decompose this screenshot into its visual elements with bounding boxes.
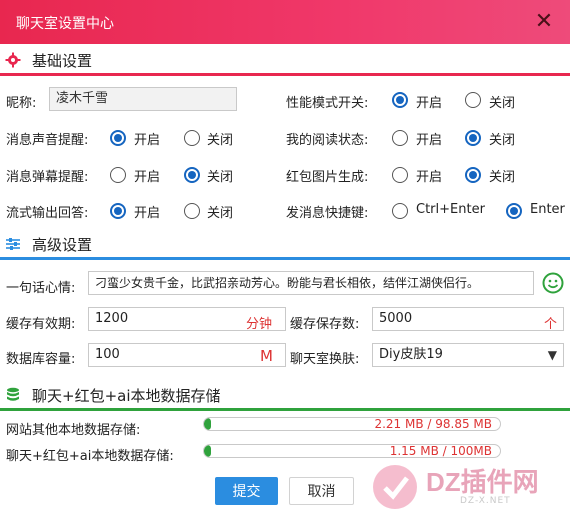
sound-off-radio[interactable] — [184, 130, 200, 146]
progress-fill — [204, 445, 211, 457]
barrage-off-radio[interactable] — [184, 167, 200, 183]
db-capacity-label: 数据库容量: — [6, 352, 76, 367]
stream-on-radio[interactable] — [110, 203, 126, 219]
section-storage-header: 聊天+红包+ai本地数据存储 — [0, 381, 570, 411]
shortcut-enter-label: Enter — [530, 202, 565, 217]
barrage-label: 消息弹幕提醒: — [6, 170, 89, 185]
title-bar: 聊天室设置中心 ✕ — [0, 0, 570, 44]
motto-field[interactable]: 刁蛮少女贵千金，比武招亲动芳心。盼能与君长相依，结伴江湖侠侣行。 — [88, 271, 534, 295]
sliders-icon — [6, 238, 20, 250]
skin-label: 聊天室换肤: — [290, 352, 360, 367]
barrage-on-label: 开启 — [134, 170, 161, 185]
sound-off-label: 关闭 — [207, 133, 234, 148]
submit-button[interactable]: 提交 — [215, 477, 278, 505]
section-divider — [0, 408, 570, 411]
cache-count-unit: 个 — [544, 317, 558, 332]
stream-on-label: 开启 — [134, 206, 161, 221]
shortcut-ctrl-enter-radio[interactable] — [392, 203, 408, 219]
other-storage-progress: 2.21 MB / 98.85 MB — [203, 417, 501, 431]
perf-mode-off-radio[interactable] — [465, 92, 481, 108]
barrage-off-label: 关闭 — [207, 170, 234, 185]
shortcut-ctrl-enter-label: Ctrl+Enter — [416, 202, 485, 217]
barrage-on-radio[interactable] — [110, 167, 126, 183]
read-status-label: 我的阅读状态: — [286, 133, 369, 148]
chat-storage-text: 1.15 MB / 100MB — [389, 444, 492, 458]
shortcut-label: 发消息快捷键: — [286, 206, 369, 221]
redpack-off-radio[interactable] — [465, 167, 481, 183]
read-status-off-label: 关闭 — [489, 133, 516, 148]
read-status-on-radio[interactable] — [392, 130, 408, 146]
db-capacity-field[interactable]: 100 — [88, 343, 286, 367]
cancel-button[interactable]: 取消 — [289, 477, 354, 505]
stream-off-radio[interactable] — [184, 203, 200, 219]
section-divider — [0, 257, 570, 260]
cache-ttl-unit: 分钟 — [246, 317, 273, 332]
progress-fill — [204, 418, 211, 430]
gear-icon — [5, 52, 21, 68]
database-icon — [7, 387, 19, 401]
other-storage-label: 网站其他本地数据存储: — [6, 423, 141, 438]
cache-ttl-label: 缓存有效期: — [6, 317, 76, 332]
window-title: 聊天室设置中心 — [16, 16, 114, 32]
other-storage-text: 2.21 MB / 98.85 MB — [374, 417, 492, 431]
perf-mode-off-label: 关闭 — [489, 96, 516, 111]
redpack-on-radio[interactable] — [392, 167, 408, 183]
section-basic-title: 基础设置 — [32, 52, 93, 70]
redpack-off-label: 关闭 — [489, 170, 516, 185]
skin-select-value: Diy皮肤19 — [379, 347, 443, 362]
chevron-down-icon: ▼ — [547, 348, 557, 362]
nickname-field[interactable]: 凌木千雪 — [49, 87, 237, 111]
nickname-label: 昵称: — [6, 96, 37, 111]
stream-label: 流式输出回答: — [6, 206, 89, 221]
chat-storage-progress: 1.15 MB / 100MB — [203, 444, 501, 458]
section-storage-title: 聊天+红包+ai本地数据存储 — [32, 387, 221, 405]
read-status-on-label: 开启 — [416, 133, 443, 148]
skin-select[interactable]: Diy皮肤19 ▼ — [372, 343, 564, 367]
section-advanced-title: 高级设置 — [32, 236, 93, 254]
chat-storage-label: 聊天+红包+ai本地数据存储: — [6, 449, 174, 464]
motto-label: 一句话心情: — [6, 281, 76, 296]
section-divider — [0, 73, 570, 76]
shortcut-enter-radio[interactable] — [506, 203, 522, 219]
perf-mode-label: 性能模式开关: — [286, 96, 369, 111]
watermark-text: DZ插件网 — [426, 467, 539, 497]
watermark-icon — [373, 465, 417, 509]
sound-label: 消息声音提醒: — [6, 133, 89, 148]
redpack-on-label: 开启 — [416, 170, 443, 185]
sound-on-label: 开启 — [134, 133, 161, 148]
close-icon[interactable]: ✕ — [532, 10, 556, 34]
cache-count-field[interactable]: 5000 — [372, 307, 564, 331]
section-advanced-header: 高级设置 — [0, 230, 570, 260]
perf-mode-on-radio[interactable] — [392, 92, 408, 108]
watermark-logo: DZ插件网 DZ-X.NET — [370, 460, 570, 522]
stream-off-label: 关闭 — [207, 206, 234, 221]
perf-mode-on-label: 开启 — [416, 96, 443, 111]
redpack-label: 红包图片生成: — [286, 170, 369, 185]
sound-on-radio[interactable] — [110, 130, 126, 146]
db-capacity-unit: M — [260, 347, 273, 365]
watermark-sub: DZ-X.NET — [460, 496, 511, 506]
cache-count-label: 缓存保存数: — [290, 317, 360, 332]
read-status-off-radio[interactable] — [465, 130, 481, 146]
smiley-icon[interactable] — [542, 272, 564, 294]
section-basic-header: 基础设置 — [0, 46, 570, 76]
